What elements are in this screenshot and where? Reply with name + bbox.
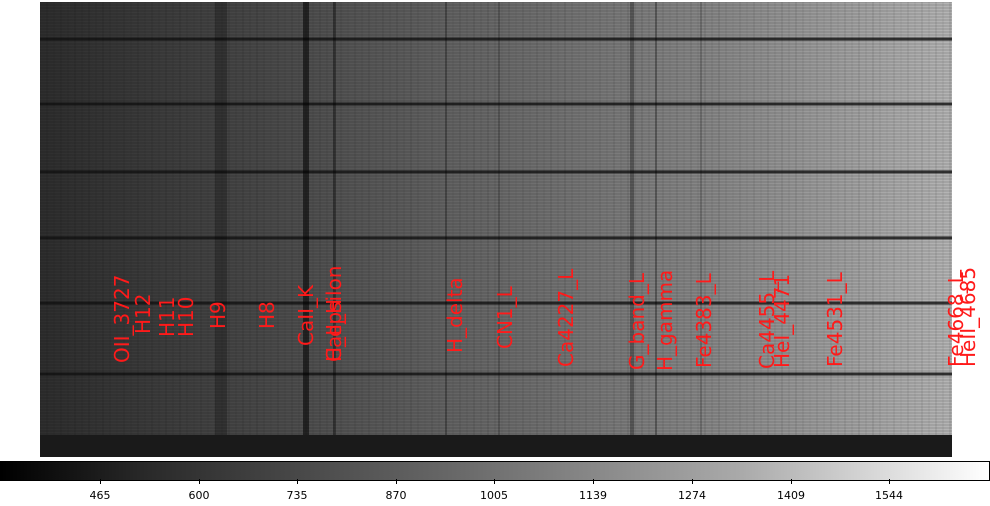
line-label-heii-4685: HeII_4685 (956, 266, 980, 367)
spectrum-image (40, 2, 952, 457)
colorbar-tick-mark (692, 479, 693, 484)
line-label-ca4227-l: Ca4227_L (554, 268, 578, 367)
colorbar-tick-label: 870 (385, 489, 407, 502)
line-label-hei-4471: HeI_4471 (770, 273, 794, 368)
colorbar-tick-mark (494, 479, 495, 484)
colorbar-tick-label: 1139 (579, 489, 607, 502)
colorbar-tick-label: 1409 (777, 489, 805, 502)
line-label-h9: H9 (206, 301, 230, 329)
line-label-g-band-l: G_band_L (625, 273, 649, 370)
line-label-h-delta: H_delta (443, 277, 467, 353)
line-label-h8: H8 (255, 301, 279, 329)
colorbar-tick-mark (396, 479, 397, 484)
colorbar-tick-mark (199, 479, 200, 484)
colorbar-tick-mark (593, 479, 594, 484)
line-label-oii-3727: OII_3727 (110, 274, 134, 363)
colorbar-tick-label: 600 (188, 489, 210, 502)
colorbar-tick-mark (889, 479, 890, 484)
line-label-h-gamma: H_gamma (653, 269, 677, 371)
colorbar-tick-label: 1274 (678, 489, 706, 502)
colorbar-tick-label: 735 (286, 489, 308, 502)
colorbar-tick-mark (100, 479, 101, 484)
colorbar-tick-label: 1544 (875, 489, 903, 502)
line-label-caii-k: CaII_K (294, 284, 318, 346)
line-label-cn1-l: CN1_L (493, 286, 517, 349)
spectrum-raster (40, 2, 952, 457)
colorbar (0, 461, 990, 481)
colorbar-tick-mark (791, 479, 792, 484)
line-label-h10: H10 (174, 296, 198, 338)
line-label-fe4531-l: Fe4531_L (823, 272, 847, 367)
line-label-fe4383-l: Fe4383_L (692, 273, 716, 368)
colorbar-tick-mark (297, 479, 298, 484)
line-label-h-epsilon: H_epsilon (322, 265, 346, 362)
colorbar-tick-label: 465 (89, 489, 111, 502)
colorbar-tick-label: 1005 (480, 489, 508, 502)
line-label-h12: H12 (131, 293, 155, 335)
